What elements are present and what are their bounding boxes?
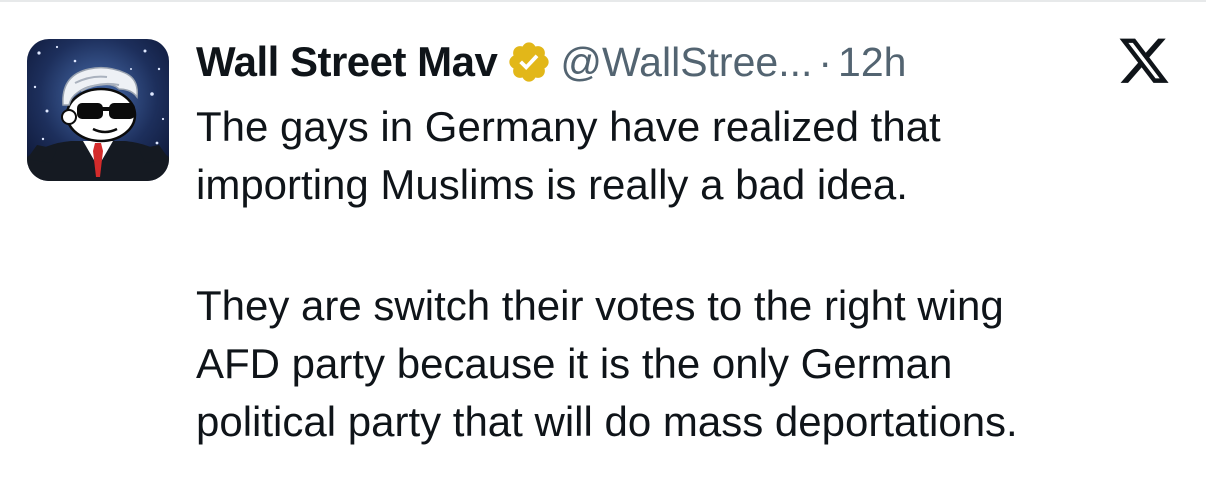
separator-dot: · xyxy=(818,38,833,85)
avatar-image xyxy=(27,39,169,181)
tweet-body: The gays in Germany have realized that i… xyxy=(196,98,1186,451)
x-logo-icon[interactable] xyxy=(1116,38,1172,88)
verified-badge-icon[interactable] xyxy=(506,39,552,85)
author-display-name[interactable]: Wall Street Mav xyxy=(196,38,498,86)
tweet-text-line: AFD party because it is the only German xyxy=(196,340,953,387)
tweet-text-line: The gays in Germany have realized that xyxy=(196,103,941,150)
top-divider xyxy=(0,0,1206,2)
author-handle[interactable]: @WallStree... xyxy=(560,39,812,86)
avatar[interactable] xyxy=(27,39,169,181)
tweet-header: Wall Street Mav @WallStree... · 12h xyxy=(196,34,906,90)
tweet-text-line: importing Muslims is really a bad idea. xyxy=(196,161,908,208)
timestamp[interactable]: 12h xyxy=(838,39,906,86)
tweet-text-line: They are switch their votes to the right… xyxy=(196,282,1004,329)
tweet-text-line: political party that will do mass deport… xyxy=(196,398,1018,445)
paragraph-break xyxy=(196,214,1186,277)
